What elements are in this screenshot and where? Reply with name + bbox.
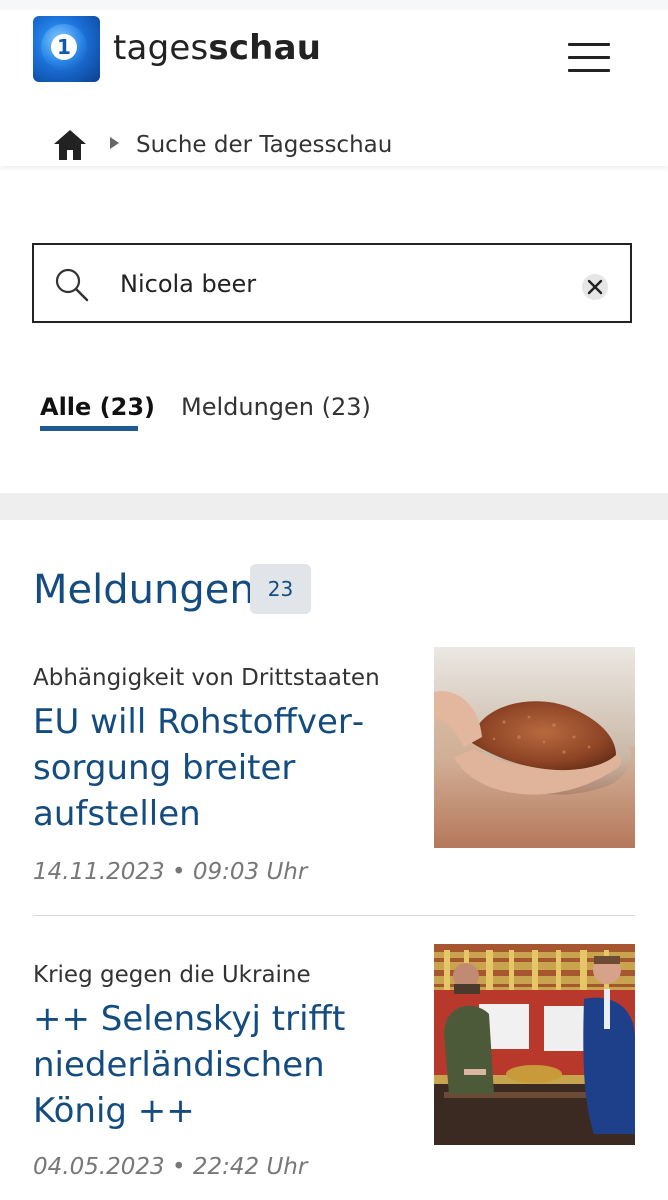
breadcrumb-separator-icon [110, 137, 119, 149]
article-date: 04.05.2023 • 22:42 Uhr [33, 1154, 308, 1180]
magnifier-icon[interactable] [54, 267, 90, 303]
article-headline[interactable]: ++ Selenskyj trifft niederländischen Kön… [33, 996, 413, 1134]
result-count-badge: 23 [250, 564, 311, 614]
search-input[interactable] [120, 263, 540, 305]
article-date: 14.11.2023 • 09:03 Uhr [33, 859, 308, 885]
logo-mark: 1 [51, 34, 77, 60]
article-topline: Abhängigkeit von Drittstaaten [33, 665, 380, 691]
search-box [32, 243, 632, 323]
article-thumbnail[interactable] [434, 944, 635, 1145]
home-icon[interactable] [52, 128, 88, 162]
clear-search-icon[interactable] [582, 274, 608, 300]
tab-all[interactable]: Alle (23) [40, 388, 155, 426]
breadcrumb-current: Suche der Tagesschau [136, 132, 393, 158]
article-item[interactable]: Krieg gegen die Ukraine ++ Selenskyj tri… [0, 942, 668, 1200]
section-title: Meldungen [33, 567, 255, 613]
tagesschau-logo[interactable]: 1 [33, 16, 100, 82]
article-thumbnail[interactable] [434, 647, 635, 848]
article-headline[interactable]: EU will Rohstoffver­sorgung breiter aufs… [33, 699, 413, 837]
brand-bold: schau [208, 28, 322, 68]
section-divider [0, 493, 668, 520]
brand-light: tages [113, 28, 209, 68]
hamburger-menu-icon[interactable] [568, 37, 612, 73]
site-header: 1 tagesschau Suche der Tagesschau [0, 10, 668, 166]
article-topline: Krieg gegen die Ukraine [33, 962, 311, 988]
brand-name[interactable]: tagesschau [113, 28, 321, 68]
status-strip [0, 0, 668, 10]
article-item[interactable]: Abhängigkeit von Drittstaaten EU will Ro… [0, 645, 668, 915]
article-divider [33, 915, 635, 916]
active-tab-indicator [40, 426, 138, 431]
tab-meldungen[interactable]: Meldungen (23) [181, 388, 371, 426]
